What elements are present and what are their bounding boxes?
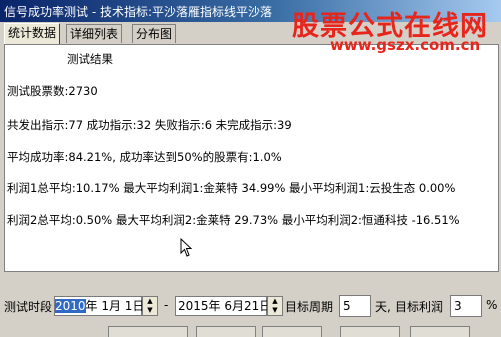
- tab-details[interactable]: 详细列表: [66, 24, 123, 43]
- mouse-cursor-icon: [180, 238, 193, 257]
- days-label: 天,: [375, 300, 391, 314]
- action-button-5[interactable]: [410, 326, 470, 337]
- target-period-label: 目标周期: [285, 300, 334, 314]
- target-profit-label: 目标利润: [395, 300, 444, 314]
- watermark-url: www.gszx.com.cn: [330, 36, 481, 54]
- test-controls: 测试时段 2010年 1月 1日 ▲ ▼ - 2015年 6月21日 ▲ ▼ 目…: [0, 288, 501, 337]
- date-separator: -: [164, 298, 169, 312]
- profit1-line: 利润1总平均:10.17% 最大平均利润1:金莱特 34.99% 最小平均利润1…: [7, 181, 456, 195]
- target-profit-input[interactable]: 3: [450, 295, 482, 317]
- signal-count-line: 共发出指示:77 成功指示:32 失败指示:6 未完成指示:39: [7, 118, 292, 132]
- percent-label: %: [486, 298, 498, 312]
- start-date-picker[interactable]: 2010年 1月 1日: [54, 296, 145, 316]
- spin-down-icon[interactable]: ▼: [143, 306, 157, 315]
- period-label: 测试时段: [4, 300, 53, 314]
- start-date-rest: 年 1月 1日: [85, 299, 145, 313]
- spin-up-icon[interactable]: ▲: [268, 297, 282, 306]
- start-date-spinner[interactable]: ▲ ▼: [142, 296, 158, 316]
- spin-up-icon[interactable]: ▲: [143, 297, 157, 306]
- start-year-selected[interactable]: 2010: [55, 299, 86, 313]
- results-heading: 测试结果: [67, 52, 113, 66]
- spin-down-icon[interactable]: ▼: [268, 306, 282, 315]
- action-button-1[interactable]: [108, 326, 188, 337]
- end-date-spinner[interactable]: ▲ ▼: [267, 296, 283, 316]
- end-date-picker[interactable]: 2015年 6月21日: [175, 296, 271, 316]
- results-panel: 测试结果 测试股票数:2730 共发出指示:77 成功指示:32 失败指示:6 …: [4, 44, 499, 272]
- target-period-input[interactable]: 5: [339, 295, 371, 317]
- window-title: 信号成功率测试 - 技术指标:平沙落雁指标线平沙落: [4, 5, 273, 19]
- action-button-2[interactable]: [196, 326, 256, 337]
- action-button-4[interactable]: [340, 326, 400, 337]
- success-rate-line: 平均成功率:84.21%, 成功率达到50%的股票有:1.0%: [7, 150, 282, 164]
- stock-count-line: 测试股票数:2730: [7, 84, 98, 98]
- profit2-line: 利润2总平均:0.50% 最大平均利润2:金莱特 29.73% 最小平均利润2:…: [7, 213, 460, 227]
- tab-statistics[interactable]: 统计数据: [4, 23, 61, 44]
- action-button-3[interactable]: [262, 326, 322, 337]
- tab-distribution[interactable]: 分布图: [132, 24, 177, 43]
